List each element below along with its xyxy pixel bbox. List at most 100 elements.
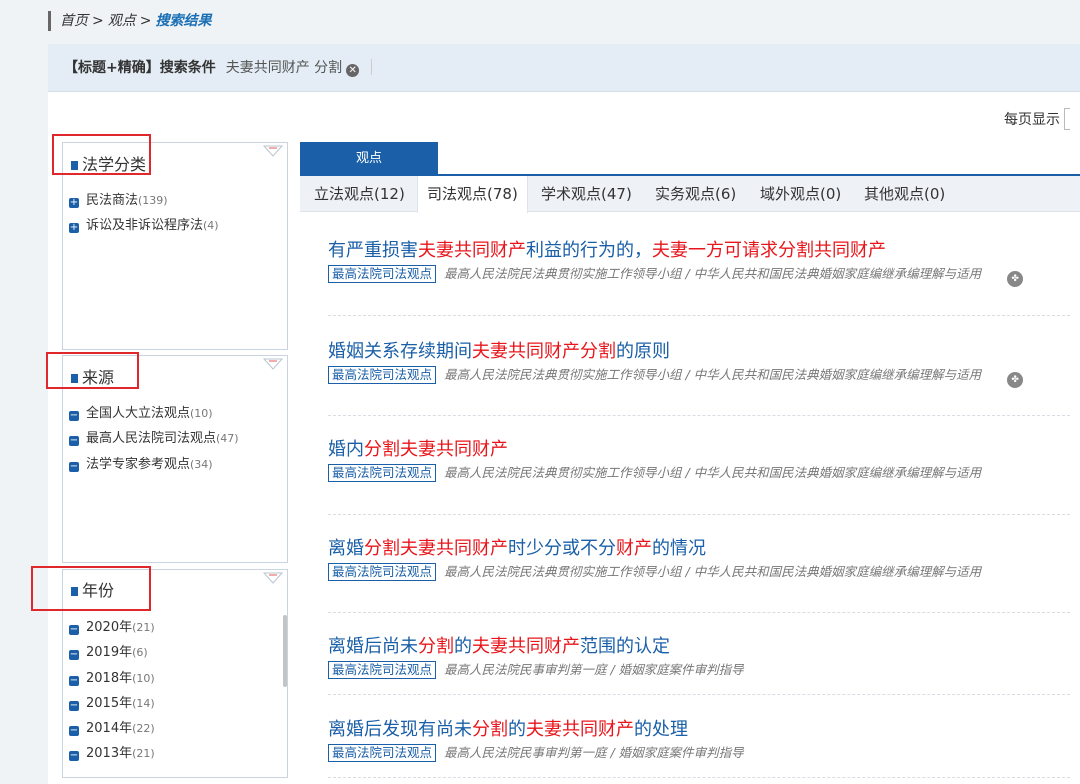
title-text: 离婚后发现有尚未 [328, 719, 472, 740]
collapse-icon[interactable]: − [69, 650, 79, 661]
result-title[interactable]: 有严重损害夫妻共同财产利益的行为的，夫妻一方可请求分割共同财产 [328, 239, 1068, 263]
search-terms: 夫妻共同财产 分割 [225, 60, 343, 76]
filter-item-count: (34) [190, 457, 213, 471]
result-item: 离婚后发现有尚未分割的夫妻共同财产的处理 最高法院司法观点 最高人民法院民事审判第… [328, 718, 1068, 762]
result-item: 婚姻关系存续期间夫妻共同财产分割的原则 最高法院司法观点 最高人民法院民法典贯彻实… [328, 340, 1068, 388]
filter-item[interactable]: −2014年(22) [69, 716, 155, 741]
filter-item[interactable]: + 民法商法(139) [69, 188, 219, 213]
subtab-foreign[interactable]: 域外观点(0) [760, 176, 841, 212]
source-tag[interactable]: 最高法院司法观点 [328, 661, 437, 679]
collapse-corner-icon[interactable] [263, 358, 283, 370]
expand-icon[interactable]: + [69, 223, 79, 234]
result-divider [328, 514, 1070, 515]
collapse-icon[interactable]: − [69, 436, 79, 447]
annotation-box-source [46, 352, 139, 389]
filter-item[interactable]: − 最高人民法院司法观点(47) [69, 426, 239, 451]
title-highlight: 夫妻共同财产 [526, 719, 634, 740]
breadcrumb-current: 搜索结果 [155, 13, 212, 29]
source-tag[interactable]: 最高法院司法观点 [328, 744, 437, 762]
title-highlight: 夫妻共同财产分割 [472, 341, 616, 362]
source-tag[interactable]: 最高法院司法观点 [328, 464, 437, 482]
collapse-icon[interactable]: − [69, 726, 79, 737]
filter-item-count: (22) [132, 722, 155, 736]
per-page-select[interactable] [1064, 108, 1070, 130]
title-text: 的 [454, 636, 472, 657]
result-meta: 最高法院司法观点 最高人民法院民事审判第一庭 / 婚姻家庭案件审判指导 [328, 744, 1068, 762]
filter-item[interactable]: −2018年(10) [69, 666, 155, 691]
title-highlight: 分割 [418, 636, 454, 657]
title-highlight: 夫妻共同财产 [418, 240, 526, 261]
title-text: 时少分或不分 [508, 538, 616, 559]
filter-item-count: (21) [132, 747, 155, 761]
filter-item[interactable]: − 全国人大立法观点(10) [69, 401, 239, 426]
collapse-corner-icon[interactable] [263, 145, 283, 157]
source-tag[interactable]: 最高法院司法观点 [328, 563, 437, 581]
filter-item[interactable]: − 法学专家参考观点(34) [69, 452, 239, 477]
title-text: 婚姻关系存续期间 [328, 341, 472, 362]
result-title[interactable]: 婚内分割夫妻共同财产 [328, 438, 1068, 462]
collapse-icon[interactable]: − [69, 411, 79, 421]
subtab-judicial[interactable]: 司法观点(78) [417, 176, 528, 213]
title-text: 婚内 [328, 439, 364, 460]
collapse-icon[interactable]: − [69, 700, 79, 711]
breadcrumb: 首页 > 观点 > 搜索结果 [48, 11, 211, 31]
result-item: 婚内分割夫妻共同财产 最高法院司法观点 最高人民法院民法典贯彻实施工作领导小组 /… [328, 438, 1068, 482]
title-highlight: 分割夫妻共同财产 [364, 538, 508, 559]
subtab-legislative[interactable]: 立法观点(12) [314, 176, 405, 212]
share-icon[interactable]: ✤ [1007, 271, 1024, 287]
clear-icon[interactable]: ✕ [346, 64, 360, 77]
source-tag[interactable]: 最高法院司法观点 [328, 366, 437, 384]
result-meta: 最高法院司法观点 最高人民法院民法典贯彻实施工作领导小组 / 中华人民共和国民法典… [328, 366, 1068, 388]
annotation-box-category [52, 134, 151, 175]
title-highlight: 分割 [472, 719, 508, 740]
title-text: 的情况 [652, 538, 706, 559]
result-divider [328, 415, 1070, 416]
breadcrumb-home[interactable]: 首页 [60, 13, 88, 29]
subtab-practical[interactable]: 实务观点(6) [655, 176, 736, 212]
divider [371, 59, 373, 75]
filter-item-label: 全国人大立法观点 [86, 406, 191, 421]
filter-item-label: 法学专家参考观点 [86, 456, 191, 472]
share-icon[interactable]: ✤ [1007, 372, 1024, 388]
subtab-other[interactable]: 其他观点(0) [864, 176, 945, 212]
filter-category-list: + 民法商法(139) + 诉讼及非诉讼程序法(4) [69, 188, 219, 239]
tab-opinion[interactable]: 观点 [300, 142, 438, 175]
year-scrollbar[interactable] [283, 615, 287, 687]
filter-item[interactable]: −2019年(6) [69, 640, 155, 665]
title-text: 的原则 [616, 341, 670, 362]
filter-item-count: (4) [203, 219, 219, 233]
result-title[interactable]: 离婚后发现有尚未分割的夫妻共同财产的处理 [328, 718, 1068, 742]
filter-item-count: (139) [138, 194, 168, 207]
result-source: 最高人民法院民事审判第一庭 / 婚姻家庭案件审判指导 [444, 662, 744, 677]
filter-item[interactable]: −2015年(14) [69, 691, 155, 716]
result-title[interactable]: 离婚后尚未分割的夫妻共同财产范围的认定 [328, 635, 1068, 659]
source-tag[interactable]: 最高法院司法观点 [328, 265, 437, 283]
filter-item-label: 最高人民法院司法观点 [86, 431, 217, 447]
result-source: 最高人民法院民法典贯彻实施工作领导小组 / 中华人民共和国民法典婚姻家庭编继承编… [444, 367, 982, 382]
collapse-corner-icon[interactable] [263, 572, 283, 584]
title-text: 的处理 [634, 719, 688, 740]
filter-item-count: (14) [132, 696, 155, 710]
collapse-icon[interactable]: − [69, 675, 79, 686]
result-divider [328, 315, 1070, 316]
filter-item-label: 2020年 [86, 620, 133, 635]
subtab-academic[interactable]: 学术观点(47) [541, 176, 632, 212]
result-title[interactable]: 婚姻关系存续期间夫妻共同财产分割的原则 [328, 340, 1068, 364]
collapse-icon[interactable]: − [69, 751, 79, 762]
result-source: 最高人民法院民法典贯彻实施工作领导小组 / 中华人民共和国民法典婚姻家庭编继承编… [444, 266, 982, 281]
title-text: 离婚后尚未 [328, 636, 418, 657]
collapse-icon[interactable]: − [69, 461, 79, 472]
filter-item-label: 2015年 [86, 695, 133, 711]
result-meta: 最高法院司法观点 最高人民法院民法典贯彻实施工作领导小组 / 中华人民共和国民法典… [328, 464, 1068, 482]
filter-item[interactable]: −2013年(21) [69, 741, 155, 766]
result-title[interactable]: 离婚分割夫妻共同财产时少分或不分财产的情况 [328, 537, 1068, 561]
expand-icon[interactable]: + [69, 198, 79, 208]
filter-item[interactable]: + 诉讼及非诉讼程序法(4) [69, 213, 219, 238]
title-text: 离婚 [328, 538, 364, 559]
breadcrumb-opinion[interactable]: 观点 [108, 13, 136, 29]
result-meta: 最高法院司法观点 最高人民法院民法典贯彻实施工作领导小组 / 中华人民共和国民法典… [328, 563, 1068, 581]
collapse-icon[interactable]: − [69, 625, 79, 635]
per-page-control: 每页显示 [1004, 108, 1070, 130]
filter-item[interactable]: −2020年(21) [69, 615, 155, 640]
filter-item-label: 民法商法 [86, 193, 139, 208]
